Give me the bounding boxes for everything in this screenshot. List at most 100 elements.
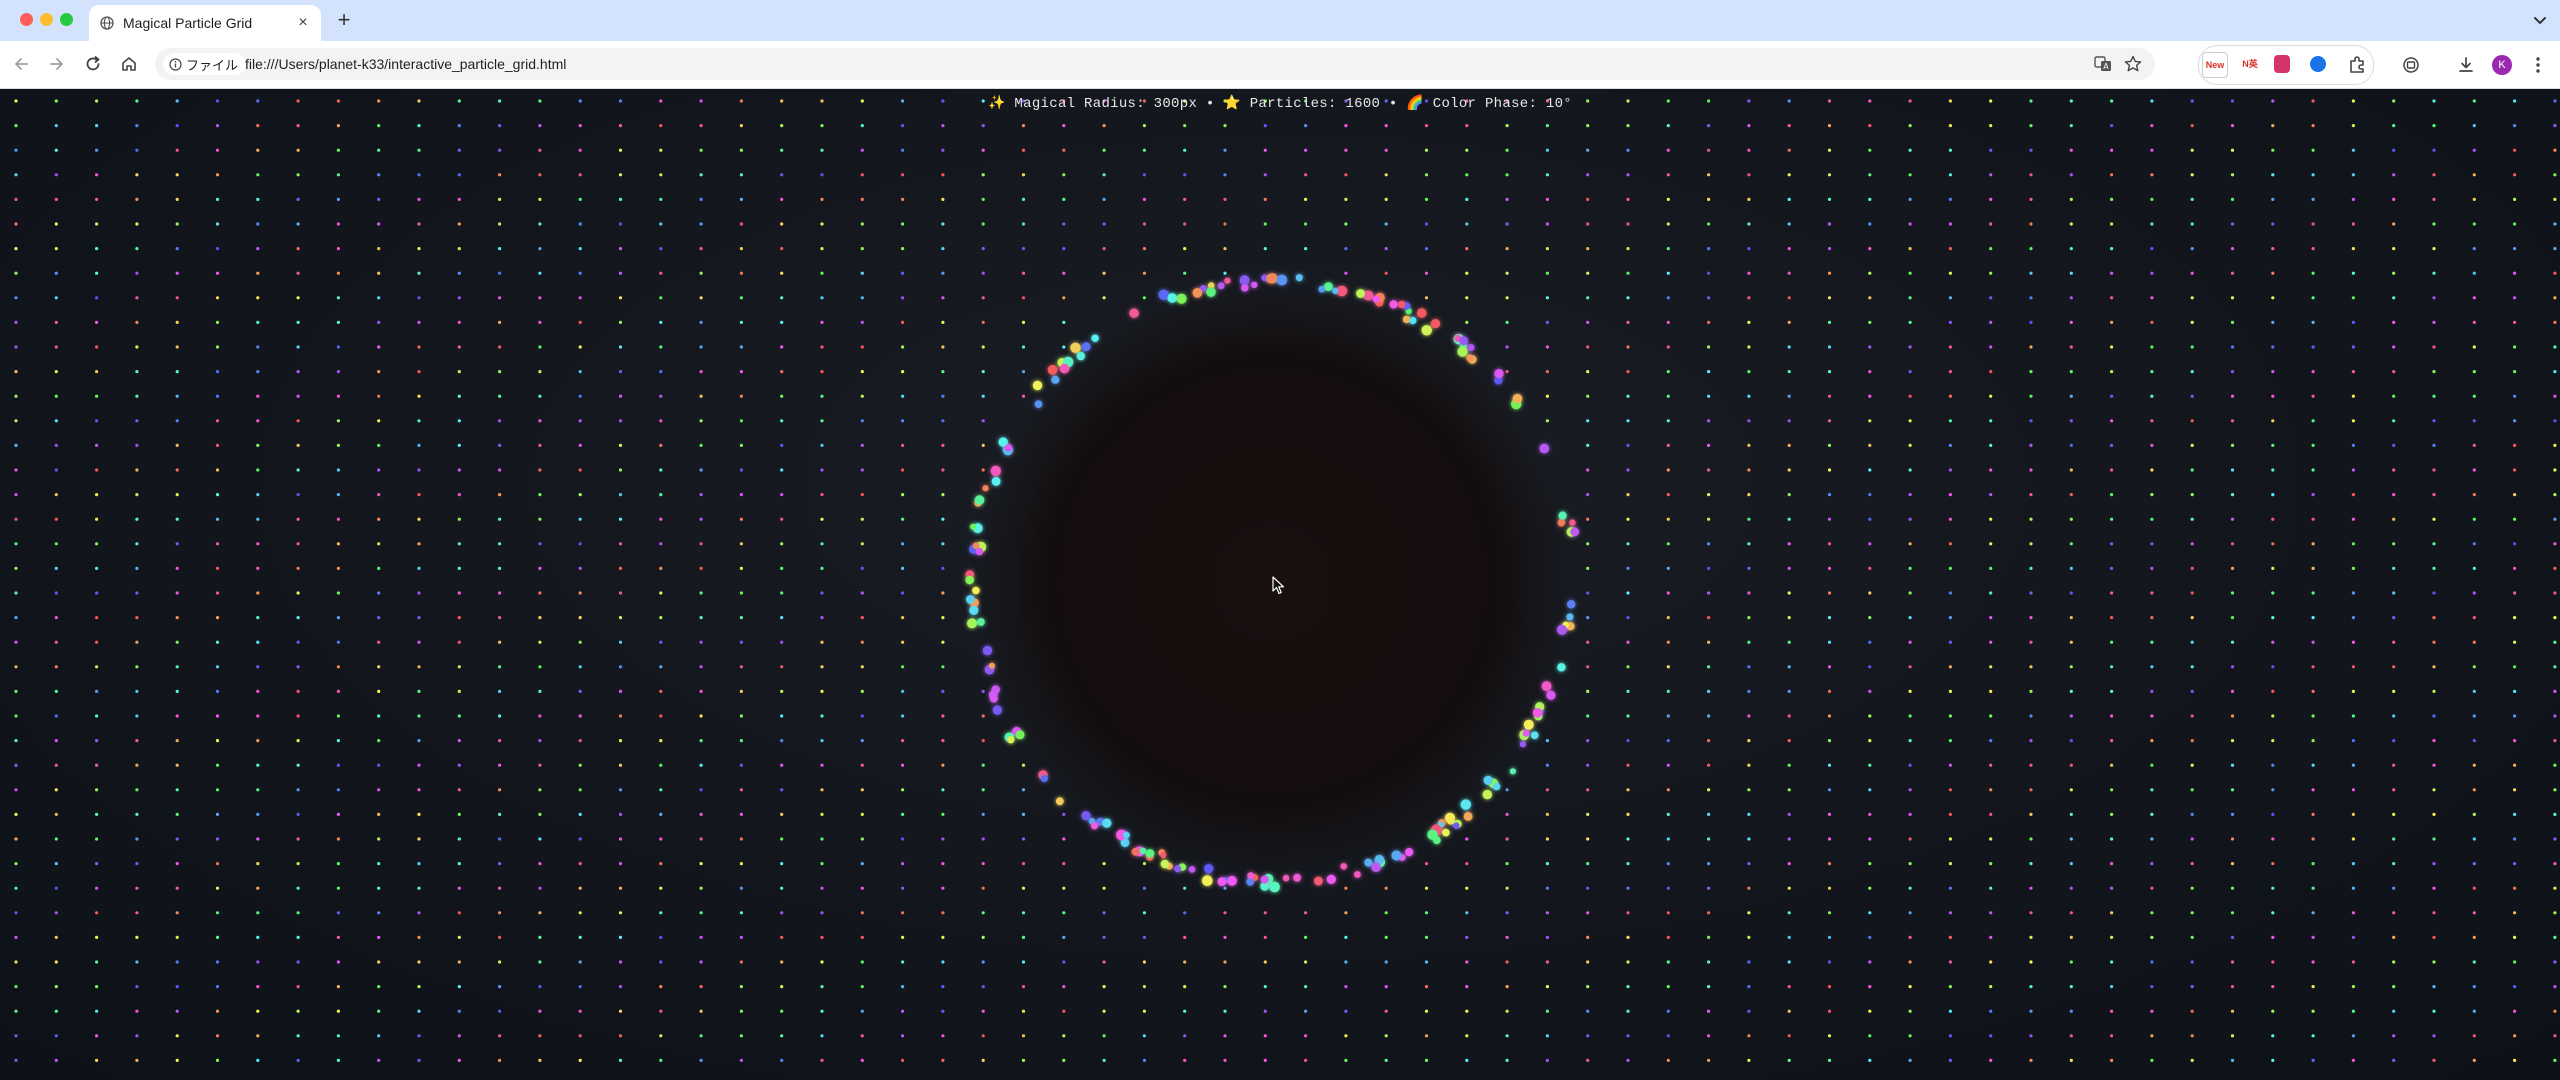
tab-active[interactable]: Magical Particle Grid × — [89, 5, 321, 41]
particle — [377, 714, 381, 718]
particle — [1344, 886, 1348, 890]
particle — [578, 591, 582, 595]
particle — [2513, 935, 2517, 940]
particle — [2513, 665, 2517, 669]
particle — [1424, 862, 1429, 866]
particle — [1707, 271, 1711, 275]
particle — [95, 1058, 99, 1062]
particle — [1707, 665, 1711, 669]
particle — [95, 763, 99, 767]
particle — [578, 616, 582, 620]
particle — [860, 419, 864, 423]
particle — [1707, 616, 1711, 620]
close-tab-button[interactable]: × — [293, 13, 313, 33]
particle — [457, 960, 461, 964]
particle — [457, 468, 461, 472]
ring-particle — [1091, 822, 1098, 830]
back-arrow-icon[interactable] — [10, 53, 32, 75]
particle — [2553, 1009, 2557, 1013]
reload-icon[interactable] — [82, 53, 104, 75]
pocket-extension-icon[interactable] — [2274, 55, 2290, 73]
particle — [498, 517, 502, 521]
home-icon[interactable] — [118, 53, 140, 75]
bookmark-star-icon[interactable] — [2123, 54, 2143, 74]
site-info-chip[interactable]: ファイル — [163, 53, 247, 75]
particle — [2472, 222, 2476, 226]
particle — [2230, 197, 2235, 201]
translate-icon[interactable]: A — [2093, 54, 2113, 74]
particle — [1908, 320, 1912, 324]
particle — [1989, 911, 1993, 915]
particle — [981, 985, 985, 989]
ring-particle — [1202, 875, 1213, 886]
particle — [296, 517, 300, 521]
minimize-window-button[interactable] — [40, 13, 53, 26]
particle — [175, 222, 179, 226]
particle — [1747, 296, 1751, 300]
particle — [2513, 640, 2517, 644]
download-icon[interactable] — [2455, 54, 2477, 76]
particle — [2029, 296, 2033, 300]
particle — [54, 517, 58, 521]
particle — [1384, 148, 1388, 152]
new-tab-button[interactable]: + — [333, 9, 355, 31]
particle — [2190, 124, 2194, 128]
new-badge-extension-icon[interactable]: New — [2202, 52, 2228, 78]
particle — [296, 985, 300, 989]
status-hud: ✨ Magical Radius: 300px • ⭐ Particles: 1… — [988, 96, 1572, 112]
particle — [1868, 911, 1872, 915]
particle — [336, 616, 340, 620]
particle — [901, 124, 905, 128]
screen-share-icon[interactable] — [2400, 54, 2422, 76]
particle — [296, 566, 300, 570]
particle — [860, 394, 864, 398]
particle — [1868, 468, 1872, 472]
particle — [2392, 247, 2396, 251]
particle — [1586, 763, 1590, 767]
particle — [417, 296, 421, 300]
address-bar[interactable]: ファイル file:///Users/planet-k33/interactiv… — [155, 48, 2155, 80]
particle — [618, 616, 623, 620]
close-window-button[interactable] — [20, 13, 33, 26]
particle — [2029, 763, 2033, 767]
particle — [1707, 566, 1711, 570]
particle — [739, 1009, 744, 1013]
more-menu-icon[interactable] — [2527, 54, 2549, 76]
particle — [618, 985, 623, 989]
particle — [135, 763, 139, 767]
particle — [1908, 222, 1912, 226]
particle — [14, 960, 18, 964]
particle — [1827, 862, 1832, 866]
particle — [659, 493, 663, 497]
news-extension-icon[interactable]: N英 — [2238, 52, 2262, 76]
particle — [2069, 763, 2073, 767]
particle — [1586, 296, 1590, 300]
extensions-puzzle-icon[interactable] — [2346, 54, 2368, 76]
particle — [296, 739, 300, 743]
particle — [377, 124, 381, 128]
particle — [14, 1034, 18, 1038]
particle — [981, 296, 985, 300]
url-text[interactable]: file:///Users/planet-k33/interactive_par… — [245, 56, 566, 72]
particle — [2271, 222, 2275, 226]
particle — [941, 468, 945, 472]
particle — [1424, 197, 1429, 201]
particle — [1344, 247, 1348, 251]
page-viewport[interactable]: ✨ Magical Radius: 300px • ⭐ Particles: 1… — [0, 89, 2560, 1080]
particle — [1183, 911, 1187, 915]
tab-search-chevron-icon[interactable] — [2530, 10, 2550, 30]
sync-extension-icon[interactable] — [2310, 56, 2326, 72]
particle — [457, 271, 461, 275]
particle — [1183, 124, 1187, 128]
particle — [2553, 124, 2557, 128]
zoom-window-button[interactable] — [60, 13, 73, 26]
particle — [95, 935, 99, 940]
profile-avatar[interactable]: K — [2492, 55, 2512, 75]
particle — [2311, 862, 2315, 866]
particle — [820, 517, 824, 521]
particle — [2190, 296, 2194, 300]
particle — [215, 542, 220, 546]
particle — [135, 124, 139, 128]
forward-arrow-icon[interactable] — [46, 53, 68, 75]
particle — [1626, 886, 1630, 890]
